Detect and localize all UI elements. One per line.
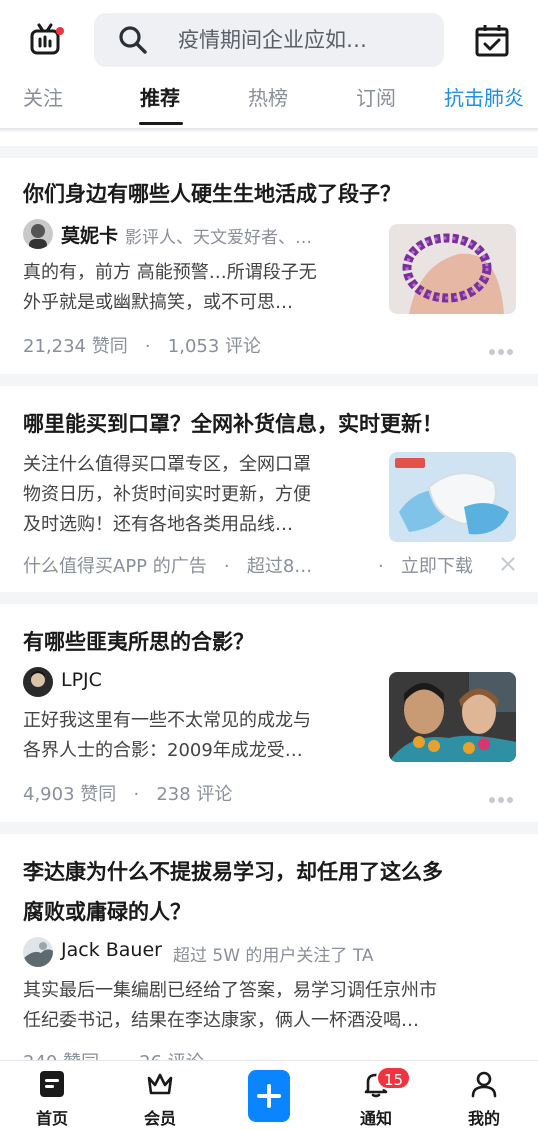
download-link[interactable]: 立即下载 bbox=[401, 556, 473, 577]
stats-separator: · bbox=[133, 336, 163, 357]
celebrity-photo[interactable] bbox=[389, 672, 516, 762]
answer-stats: 4,903 赞同 · 238 评论 bbox=[23, 780, 232, 806]
calendar-check-icon[interactable] bbox=[472, 22, 512, 58]
excerpt-line: 关注什么值得买口罩专区，全网口罩 bbox=[23, 454, 311, 475]
create-button[interactable] bbox=[248, 1070, 290, 1122]
author-row: 莫妮卡 影评人、天文爱好者、… bbox=[23, 218, 363, 250]
author-row: LPJC bbox=[23, 666, 363, 698]
question-title[interactable]: 有哪些匪夷所思的合影？ bbox=[23, 624, 254, 660]
nav-label: 我的 bbox=[467, 1109, 500, 1128]
author-name[interactable]: 莫妮卡 bbox=[61, 221, 118, 248]
ad-meta: 什么值得买APP 的广告 · 超过8… bbox=[23, 552, 312, 578]
author-bio: 超过 5W 的用户关注了 TA bbox=[173, 946, 374, 966]
author-bio: 影评人、天文爱好者、… bbox=[125, 228, 312, 248]
search-bar[interactable]: 疫情期间企业应如… bbox=[94, 13, 444, 67]
author-row: Jack Bauer 超过 5W 的用户关注了 TA bbox=[23, 936, 523, 968]
search-placeholder: 疫情期间企业应如… bbox=[178, 28, 367, 52]
tab-hot-list[interactable]: 热榜 bbox=[248, 82, 288, 111]
amethyst-bracelet-photo[interactable] bbox=[389, 224, 516, 314]
answer-excerpt[interactable]: 正好我这里有一些不太常见的成龙与 各界人士的合影：2009年成龙受… bbox=[23, 706, 311, 766]
nav-home[interactable]: 首页 bbox=[12, 1061, 92, 1130]
ad-title[interactable]: 哪里能买到口罩？全网补货信息，实时更新！ bbox=[23, 406, 443, 442]
ad-description[interactable]: 关注什么值得买口罩专区，全网口罩 物资日历，补货时间实时更新，方便 及时选购！还… bbox=[23, 450, 311, 540]
tab-fight-pneumonia[interactable]: 抗击肺炎 bbox=[444, 82, 524, 111]
search-icon bbox=[118, 25, 148, 55]
likes-count: 4,903 赞同 bbox=[23, 784, 117, 805]
excerpt-line: 其实最后一集编剧已经给了答案，易学习调任京州市 bbox=[23, 980, 437, 1001]
excerpt-line: 各界人士的合影：2009年成龙受… bbox=[23, 740, 303, 761]
person-icon bbox=[470, 1070, 498, 1098]
stats-separator: · bbox=[378, 556, 396, 577]
question-title[interactable]: 你们身边有哪些人硬生生地活成了段子？ bbox=[23, 176, 401, 212]
stats-separator: · bbox=[212, 556, 242, 577]
nav-profile[interactable]: 我的 bbox=[444, 1061, 524, 1130]
author-name[interactable]: LPJC bbox=[61, 669, 102, 691]
active-tab-indicator bbox=[139, 122, 183, 125]
ad-extra: 超过8… bbox=[246, 556, 313, 577]
notification-badge: 15 bbox=[376, 1066, 412, 1090]
more-options-icon[interactable] bbox=[488, 789, 514, 803]
excerpt-line: 外乎就是或幽默搞笑，或不可思… bbox=[23, 292, 293, 313]
comments-count[interactable]: 238 评论 bbox=[156, 784, 232, 805]
close-icon[interactable] bbox=[500, 556, 516, 572]
tab-recommend[interactable]: 推荐 bbox=[140, 82, 180, 111]
answer-excerpt[interactable]: 真的有，前方 高能预警…所谓段子无 外乎就是或幽默搞笑，或不可思… bbox=[23, 258, 317, 318]
excerpt-line: 物资日历，补货时间实时更新，方便 bbox=[23, 484, 311, 505]
comments-count[interactable]: 1,053 评论 bbox=[168, 336, 261, 357]
feed-card[interactable]: 你们身边有哪些人硬生生地活成了段子？ 莫妮卡 影评人、天文爱好者、… 真的有，前… bbox=[0, 158, 538, 374]
excerpt-line: 真的有，前方 高能预警…所谓段子无 bbox=[23, 262, 317, 283]
author-name[interactable]: Jack Bauer bbox=[61, 939, 162, 961]
excerpt-line: 任纪委书记，结果在李达康家，俩人一杯酒没喝… bbox=[23, 1010, 419, 1031]
ad-card[interactable]: 哪里能买到口罩？全网补货信息，实时更新！ 关注什么值得买口罩专区，全网口罩 物资… bbox=[0, 386, 538, 592]
nav-membership[interactable]: 会员 bbox=[120, 1061, 200, 1130]
feed-tabs: 关注 推荐 热榜 订阅 抗击肺炎 bbox=[0, 72, 538, 128]
face-masks-photo[interactable] bbox=[389, 452, 516, 542]
stats-separator: · bbox=[122, 784, 151, 805]
avatar[interactable] bbox=[23, 937, 53, 967]
live-tv-icon[interactable] bbox=[28, 22, 66, 58]
crown-icon bbox=[146, 1070, 174, 1098]
answer-stats: 21,234 赞同 · 1,053 评论 bbox=[23, 332, 261, 358]
bottom-navigation: 首页 会员 通知 15 我的 bbox=[0, 1060, 538, 1130]
question-title-line[interactable]: 腐败或庸碌的人？ bbox=[23, 894, 191, 930]
home-icon bbox=[38, 1070, 66, 1098]
excerpt-line: 正好我这里有一些不太常见的成龙与 bbox=[23, 710, 311, 731]
header-divider bbox=[0, 128, 538, 130]
avatar[interactable] bbox=[23, 667, 53, 697]
ad-source: 什么值得买APP 的广告 bbox=[23, 556, 207, 577]
feed-card[interactable]: 李达康为什么不提拔易学习，却任用了这么多 腐败或庸碌的人？ Jack Bauer… bbox=[0, 834, 538, 1074]
avatar[interactable] bbox=[23, 219, 53, 249]
nav-label: 会员 bbox=[143, 1109, 176, 1128]
question-title-line[interactable]: 李达康为什么不提拔易学习，却任用了这么多 bbox=[23, 854, 443, 890]
answer-excerpt[interactable]: 其实最后一集编剧已经给了答案，易学习调任京州市 任纪委书记，结果在李达康家，俩人… bbox=[23, 976, 437, 1036]
plus-icon bbox=[257, 1084, 281, 1108]
feed-card[interactable]: 有哪些匪夷所思的合影？ LPJC 正好我这里有一些不太常见的成龙与 各界人士的合… bbox=[0, 604, 538, 822]
more-options-icon[interactable] bbox=[488, 341, 514, 355]
nav-label: 首页 bbox=[35, 1109, 68, 1128]
nav-label: 通知 bbox=[359, 1109, 392, 1128]
previous-card-edge bbox=[0, 132, 538, 146]
top-header: 疫情期间企业应如… 关注 推荐 热榜 订阅 抗击肺炎 bbox=[0, 0, 538, 128]
tab-follow[interactable]: 关注 bbox=[23, 82, 63, 111]
ad-action[interactable]: · 立即下载 bbox=[378, 552, 473, 578]
tab-subscribe[interactable]: 订阅 bbox=[356, 82, 396, 111]
likes-count: 21,234 赞同 bbox=[23, 336, 128, 357]
excerpt-line: 及时选购！还有各地各类用品线… bbox=[23, 514, 293, 535]
